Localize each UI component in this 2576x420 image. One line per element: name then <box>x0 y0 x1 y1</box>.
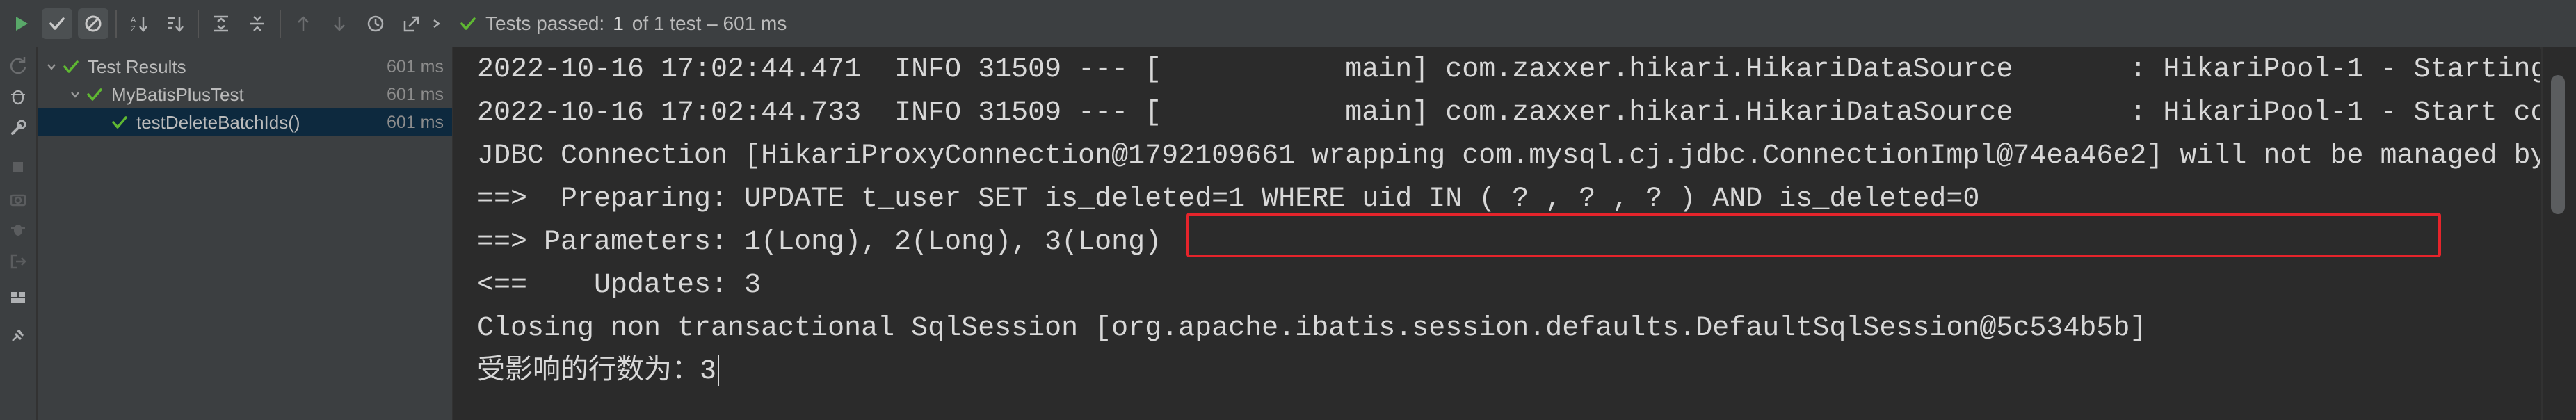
export-icon <box>403 16 419 32</box>
more-button[interactable] <box>427 8 448 39</box>
test-runner-toolbar: AZ Tests passed: 1 of 1 test – 601 ms <box>0 0 2576 49</box>
console-line: 2022-10-16 17:02:44.471 INFO 31509 --- [… <box>477 54 2540 86</box>
check-icon <box>460 17 476 30</box>
result-text: 受影响的行数为：3 <box>477 356 717 387</box>
sql-highlight-box <box>1186 213 2441 257</box>
passed-check-icon <box>86 86 106 103</box>
status-suffix: of 1 test – 601 ms <box>631 13 787 34</box>
show-ignored-button[interactable] <box>78 8 108 39</box>
console-line-result: 受影响的行数为：3 <box>477 350 720 394</box>
test-status: Tests passed: 1 of 1 test – 601 ms <box>459 8 787 39</box>
tree-row[interactable]: MyBatisPlusTest 601 ms <box>38 81 452 108</box>
collapse-all-icon <box>250 16 264 31</box>
console-line: JDBC Connection [HikariProxyConnection@1… <box>477 140 2540 172</box>
rerun-icon[interactable] <box>4 51 32 79</box>
console-line: ==> Parameters: 1(Long), 2(Long), 3(Long… <box>477 227 1162 258</box>
test-results-tree: Test Results 601 ms MyBatisPlusTest 601 ms t… <box>38 47 453 420</box>
chevron-down-icon[interactable] <box>68 88 82 102</box>
passed-check-icon <box>111 114 131 131</box>
settings-wrench-icon[interactable] <box>4 114 32 142</box>
left-action-strip <box>0 47 38 420</box>
next-failed-icon <box>334 17 345 31</box>
tree-row-duration: 601 ms <box>387 112 444 132</box>
layout-icon[interactable] <box>4 284 32 312</box>
previous-failed-icon <box>298 16 309 31</box>
scrollbar-thumb[interactable] <box>2551 75 2565 214</box>
run-icon[interactable] <box>6 8 36 39</box>
show-passed-icon <box>49 17 65 30</box>
tree-row[interactable]: Test Results 601 ms <box>38 53 452 81</box>
tree-row-name: MyBatisPlusTest <box>111 83 244 105</box>
passed-check-icon <box>63 58 82 75</box>
camera-icon[interactable] <box>4 185 32 213</box>
tree-row-name: Test Results <box>88 56 186 77</box>
tree-row-duration: 601 ms <box>387 56 444 76</box>
svg-text:A: A <box>131 16 136 24</box>
debug-icon[interactable] <box>4 82 32 110</box>
show-ignored-icon <box>85 15 102 32</box>
test-history-icon <box>367 15 384 32</box>
sort-alpha-button[interactable]: AZ <box>124 8 154 39</box>
console-output[interactable]: 2022-10-16 17:02:44.471 INFO 31509 --- [… <box>453 47 2540 420</box>
next-failed-button[interactable] <box>324 8 355 39</box>
previous-failed-button[interactable] <box>288 8 319 39</box>
tree-row[interactable]: testDeleteBatchIds() 601 ms <box>38 108 452 136</box>
collapse-all-button[interactable] <box>242 8 273 39</box>
expand-all-button[interactable] <box>206 8 236 39</box>
tree-row-duration: 601 ms <box>387 84 444 104</box>
svg-text:Z: Z <box>131 25 136 33</box>
test-history-button[interactable] <box>360 8 391 39</box>
sort-duration-icon <box>168 17 184 32</box>
status-prefix: Tests passed: <box>485 13 605 34</box>
pin-icon[interactable] <box>4 321 32 349</box>
sort-alpha-icon: AZ <box>131 16 147 33</box>
text-caret <box>718 355 720 387</box>
bug-icon[interactable] <box>4 216 32 243</box>
expand-all-icon <box>214 15 228 32</box>
tree-row-name: testDeleteBatchIds() <box>136 111 300 133</box>
export-button[interactable] <box>396 8 427 39</box>
exit-icon[interactable] <box>4 248 32 275</box>
show-passed-button[interactable] <box>42 8 72 39</box>
stop-icon[interactable] <box>4 153 32 181</box>
vertical-scrollbar[interactable] <box>2541 47 2576 420</box>
sort-duration-button[interactable] <box>160 8 191 39</box>
status-count: 1 <box>613 13 624 34</box>
more-icon <box>433 19 441 29</box>
chevron-down-icon[interactable] <box>45 60 58 74</box>
console-line: Closing non transactional SqlSession [or… <box>477 313 2147 344</box>
console-line: 2022-10-16 17:02:44.733 INFO 31509 --- [… <box>477 97 2540 129</box>
console-line: <== Updates: 3 <box>477 270 762 301</box>
